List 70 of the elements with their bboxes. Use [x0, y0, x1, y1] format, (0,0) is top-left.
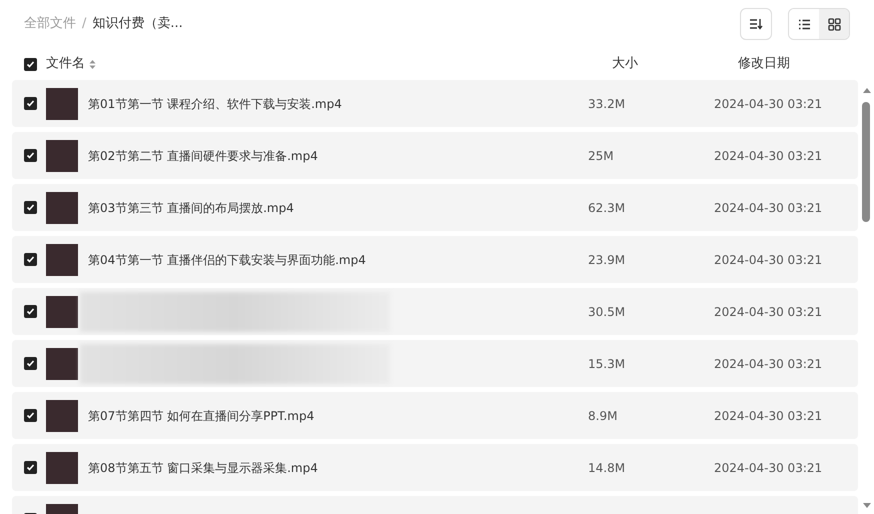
check-icon — [26, 307, 35, 316]
modified-date: 2024-04-30 03:21 — [714, 200, 822, 216]
current-folder: 知识付费（卖... — [92, 15, 183, 34]
check-icon — [26, 99, 35, 108]
breadcrumb-separator: / — [82, 15, 86, 34]
checkbox[interactable] — [24, 149, 37, 162]
checkbox[interactable] — [24, 58, 37, 70]
check-icon — [26, 411, 35, 420]
column-header[interactable]: 大小 — [612, 54, 738, 74]
check-icon — [26, 463, 35, 472]
modified-date: 2024-04-30 03:21 — [714, 356, 822, 372]
grid-view-button[interactable] — [819, 9, 849, 39]
file-row[interactable]: 30.5M 2024-04-30 03:21 — [12, 288, 858, 335]
column-header[interactable]: 修改日期 — [738, 54, 790, 74]
scroll-down-icon[interactable] — [862, 502, 872, 510]
modified-date: 2024-04-30 03:21 — [714, 304, 822, 320]
video-thumbnail — [46, 140, 78, 172]
file-name: 第04节第一节 直播伴侣的下载安装与界面功能.mp4 — [88, 252, 367, 268]
checkbox[interactable] — [24, 461, 37, 474]
scroll-up-icon[interactable] — [862, 86, 872, 94]
video-thumbnail — [46, 452, 78, 484]
file-row[interactable]: 第08节第五节 窗口采集与显示器采集.mp4 14.8M 2024-04-30 03:21 — [12, 444, 858, 491]
file-name: 第02节第二节 直播间硬件要求与准备.mp4 — [88, 148, 319, 164]
scrollbar-thumb[interactable] — [862, 102, 870, 222]
file-size: 25M — [588, 148, 615, 164]
modified-date: 2024-04-30 03:21 — [714, 96, 822, 112]
video-thumbnail — [46, 192, 78, 224]
check-icon — [26, 203, 35, 212]
file-name: 第07节第四节 如何在直播间分享PPT.mp4 — [88, 408, 316, 424]
column-header[interactable]: 文件名 — [46, 54, 85, 74]
check-icon — [26, 359, 35, 368]
file-size: 33.2M — [588, 96, 626, 112]
file-row[interactable]: 第02节第二节 直播间硬件要求与准备.mp4 25M 2024-04-30 03:21 — [12, 132, 858, 179]
video-thumbnail — [46, 400, 78, 432]
file-name: 第08节第五节 窗口采集与显示器采集.mp4 — [88, 460, 319, 476]
checkbox[interactable] — [24, 97, 37, 110]
file-size: 14.8M — [588, 460, 626, 476]
modified-date: 2024-04-30 03:21 — [714, 148, 822, 164]
video-thumbnail — [46, 296, 78, 328]
checkbox[interactable] — [24, 305, 37, 318]
checkbox[interactable] — [24, 201, 37, 214]
checkbox[interactable] — [24, 253, 37, 266]
modified-date: 2024-04-30 03:21 — [714, 252, 822, 268]
file-row[interactable]: 第03节第三节 直播间的布局摆放.mp4 62.3M 2024-04-30 03:21 — [12, 184, 858, 231]
checkbox[interactable] — [24, 357, 37, 370]
check-icon — [26, 151, 35, 160]
modified-date: 2024-04-30 03:21 — [714, 408, 822, 424]
checkbox[interactable] — [24, 409, 37, 422]
file-row[interactable]: 第07节第四节 如何在直播间分享PPT.mp4 8.9M 2024-04-30 03:21 — [12, 392, 858, 439]
list-icon — [798, 18, 810, 30]
sort-icon[interactable] — [89, 58, 96, 70]
file-size: 30.5M — [588, 304, 626, 320]
file-row[interactable]: 15.3M 2024-04-30 03:21 — [12, 340, 858, 387]
modified-date: 2024-04-30 03:21 — [714, 460, 822, 476]
video-thumbnail — [46, 88, 78, 120]
check-icon — [26, 255, 35, 264]
file-row[interactable]: 第01节第一节 课程介绍、软件下载与安装.mp4 33.2M 2024-04-30 03:21 — [12, 80, 858, 127]
file-size: 15.3M — [588, 356, 626, 372]
grid-icon — [828, 18, 840, 30]
file-name: 第01节第一节 课程介绍、软件下载与安装.mp4 — [88, 96, 343, 112]
video-thumbnail — [46, 244, 78, 276]
file-size: 62.3M — [588, 200, 626, 216]
file-row[interactable]: 第04节第一节 直播伴侣的下载安装与界面功能.mp4 23.9M 2024-04-30 03:21 — [12, 236, 858, 283]
sort-icon — [749, 18, 763, 30]
file-size: 23.9M — [588, 252, 626, 268]
check-icon — [26, 60, 35, 68]
file-name: 第03节第三节 直播间的布局摆放.mp4 — [88, 200, 295, 216]
video-thumbnail — [46, 348, 78, 380]
sort-button[interactable] — [740, 8, 772, 40]
file-size: 8.9M — [588, 408, 618, 424]
